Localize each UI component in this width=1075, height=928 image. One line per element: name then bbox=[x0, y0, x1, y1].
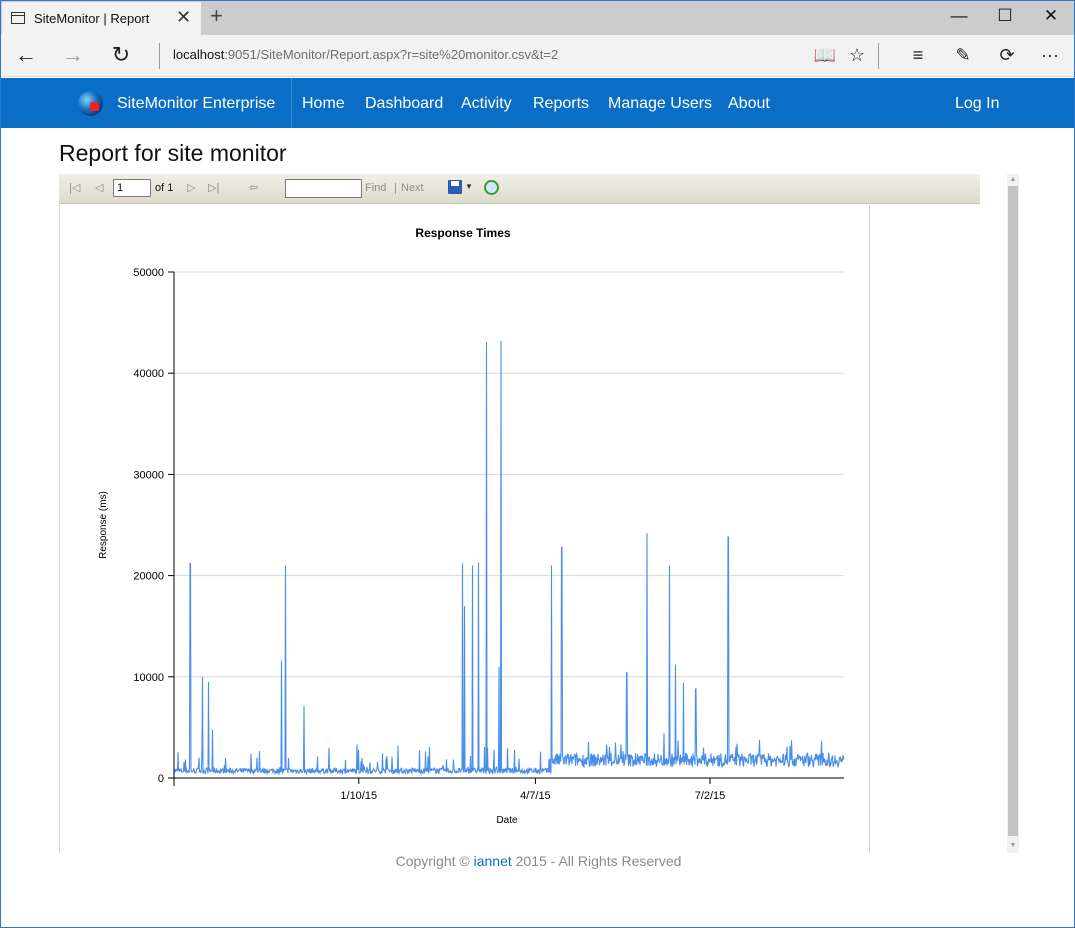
report-toolbar: |◁ ◁ 1 of 1 ▷ ▷| ⇦ Find | Next ▼ bbox=[59, 174, 980, 204]
y-tick-label: 20000 bbox=[133, 571, 164, 583]
more-icon[interactable]: ··· bbox=[1036, 43, 1064, 67]
next-page-icon[interactable]: ▷ bbox=[187, 181, 195, 195]
page-count-label: of 1 bbox=[155, 182, 174, 194]
find-input[interactable] bbox=[285, 179, 362, 198]
browser-tab[interactable]: SiteMonitor | Report ✕ bbox=[2, 2, 201, 35]
site-header: SiteMonitor Enterprise Home Dashboard Ac… bbox=[1, 78, 1074, 128]
x-tick-label: 1/10/15 bbox=[340, 790, 377, 802]
find-button[interactable]: Find bbox=[365, 182, 386, 194]
maximize-icon[interactable]: ☐ bbox=[982, 6, 1028, 26]
nav-manage-users[interactable]: Manage Users bbox=[608, 95, 712, 113]
copyright-text: Copyright © bbox=[395, 853, 470, 869]
tab-title: SiteMonitor | Report bbox=[34, 11, 150, 26]
browser-toolbar: ← → ↻ localhost:9051/SiteMonitor/Report.… bbox=[1, 35, 1074, 77]
hub-icon[interactable]: ≡ bbox=[904, 43, 932, 67]
scroll-down-icon[interactable]: ▼ bbox=[1007, 841, 1019, 851]
divider bbox=[291, 78, 292, 128]
nav-dashboard[interactable]: Dashboard bbox=[365, 95, 443, 113]
x-tick-label: 7/2/15 bbox=[695, 790, 726, 802]
chart-gridlines bbox=[174, 271, 844, 678]
minimize-icon[interactable]: — bbox=[936, 6, 982, 26]
nav-about[interactable]: About bbox=[728, 95, 770, 113]
tab-strip: SiteMonitor | Report ✕ + — ☐ ✕ bbox=[1, 1, 1074, 35]
page-icon bbox=[11, 12, 25, 24]
divider: | bbox=[394, 182, 397, 194]
chart-title: Response Times bbox=[415, 226, 510, 240]
last-page-icon[interactable]: ▷| bbox=[208, 181, 219, 195]
login-link[interactable]: Log In bbox=[955, 95, 999, 113]
y-tick-label: 10000 bbox=[133, 672, 164, 684]
share-icon[interactable]: ⟳ bbox=[993, 43, 1021, 67]
response-series-line bbox=[173, 340, 845, 776]
scroll-thumb[interactable] bbox=[1008, 186, 1018, 836]
reading-view-icon[interactable]: 📖 bbox=[811, 43, 839, 67]
y-tick-label: 30000 bbox=[133, 469, 164, 481]
back-icon[interactable]: ← bbox=[11, 43, 41, 67]
close-window-icon[interactable]: ✕ bbox=[1028, 6, 1074, 26]
close-tab-icon[interactable]: ✕ bbox=[176, 7, 191, 27]
url-path: :9051/SiteMonitor/Report.aspx?r=site%20m… bbox=[224, 47, 559, 62]
footer-link[interactable]: iannet bbox=[474, 853, 512, 869]
find-next-button[interactable]: Next bbox=[401, 182, 424, 194]
export-save-icon[interactable] bbox=[448, 180, 462, 194]
report-scrollbar[interactable]: ▲ ▼ bbox=[1007, 174, 1019, 853]
previous-page-icon[interactable]: ◁ bbox=[95, 181, 103, 195]
forward-icon[interactable]: → bbox=[58, 43, 88, 67]
copyright-year: 2015 - All Rights Reserved bbox=[515, 853, 682, 869]
scroll-up-icon[interactable]: ▲ bbox=[1007, 175, 1019, 185]
x-axis-ticks: 1/10/15 4/7/15 7/2/15 bbox=[340, 778, 725, 802]
brand-name[interactable]: SiteMonitor Enterprise bbox=[117, 95, 275, 113]
new-tab-icon[interactable]: + bbox=[210, 4, 223, 28]
globe-logo-icon bbox=[78, 91, 103, 116]
response-times-chart: Response Times 0 10000 20000 30000 40000 5000… bbox=[98, 226, 845, 826]
page-title: Report for site monitor bbox=[59, 140, 287, 166]
nav-activity[interactable]: Activity bbox=[461, 95, 512, 113]
y-tick-label: 40000 bbox=[133, 368, 164, 380]
refresh-report-icon[interactable] bbox=[484, 180, 499, 195]
divider bbox=[878, 43, 879, 69]
favorite-star-icon[interactable]: ☆ bbox=[843, 43, 871, 67]
page-number-input[interactable]: 1 bbox=[113, 179, 151, 197]
back-to-parent-icon[interactable]: ⇦ bbox=[249, 181, 258, 195]
first-page-icon[interactable]: |◁ bbox=[69, 181, 80, 195]
y-tick-label: 0 bbox=[158, 773, 164, 785]
y-tick-label: 50000 bbox=[133, 267, 164, 279]
nav-home[interactable]: Home bbox=[302, 95, 345, 113]
browser-window: SiteMonitor | Report ✕ + — ☐ ✕ ← → ↻ loc… bbox=[0, 0, 1075, 928]
y-axis-label: Response (ms) bbox=[98, 491, 109, 559]
report-area: Response Times 0 10000 20000 30000 40000 5000… bbox=[59, 205, 870, 853]
web-note-icon[interactable]: ✎ bbox=[949, 43, 977, 67]
x-tick-label: 4/7/15 bbox=[520, 790, 551, 802]
export-dropdown-icon[interactable]: ▼ bbox=[465, 182, 473, 191]
y-axis-ticks: 0 10000 20000 30000 40000 50000 bbox=[133, 267, 174, 785]
address-bar[interactable]: localhost:9051/SiteMonitor/Report.aspx?r… bbox=[173, 47, 558, 62]
x-axis-label: Date bbox=[496, 815, 518, 826]
divider bbox=[159, 43, 160, 69]
footer: Copyright © iannet 2015 - All Rights Res… bbox=[1, 853, 1074, 869]
chart-plot bbox=[173, 340, 845, 776]
url-host: localhost bbox=[173, 47, 225, 62]
refresh-icon[interactable]: ↻ bbox=[106, 43, 136, 67]
nav-reports[interactable]: Reports bbox=[533, 95, 589, 113]
